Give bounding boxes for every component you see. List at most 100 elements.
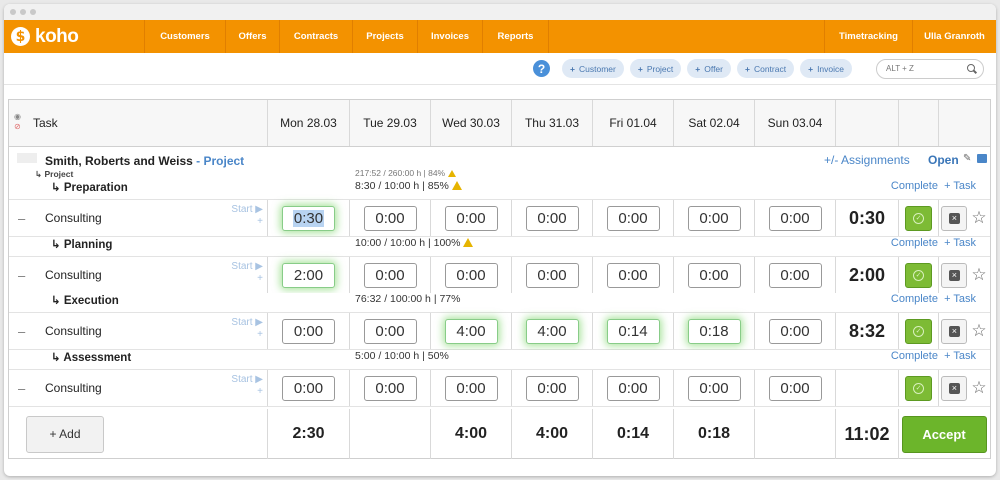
hours-input[interactable]: 0:00: [687, 205, 741, 231]
hours-value: 0:00: [780, 209, 810, 227]
add-customer-button[interactable]: + Customer: [562, 59, 624, 78]
hours-input[interactable]: 0:00: [687, 262, 741, 288]
approve-button[interactable]: ✓: [905, 318, 932, 344]
collapse-icon[interactable]: –: [18, 381, 25, 396]
start-timer[interactable]: Start ▶ +: [231, 374, 263, 398]
hours-input[interactable]: 2:00: [282, 262, 335, 288]
complete-link[interactable]: Complete: [891, 237, 938, 249]
hours-input[interactable]: 0:00: [525, 205, 579, 231]
add-task-link[interactable]: + Task: [944, 293, 976, 305]
delete-button[interactable]: ×: [941, 375, 968, 401]
add-project-button[interactable]: + Project: [629, 59, 682, 78]
hours-input[interactable]: 0:14: [606, 318, 660, 344]
project-toggle[interactable]: [17, 153, 37, 163]
hours-input[interactable]: 0:00: [525, 262, 579, 288]
phase-links: Complete + Task: [891, 350, 976, 362]
nav-contracts[interactable]: Contracts: [280, 20, 353, 53]
hours-input[interactable]: 0:00: [444, 205, 498, 231]
comment-icon[interactable]: [977, 154, 987, 163]
hours-input[interactable]: 0:00: [444, 375, 498, 401]
add-contract-button[interactable]: + Contract: [737, 59, 795, 78]
hours-input[interactable]: 0:00: [768, 318, 822, 344]
eye-icon[interactable]: ◉: [14, 113, 21, 121]
nav-user-menu[interactable]: Ulla Granroth: [913, 20, 996, 53]
approve-button[interactable]: ✓: [905, 375, 932, 401]
project-title[interactable]: Smith, Roberts and Weiss - Project: [45, 154, 244, 168]
plus-icon: +: [570, 63, 575, 74]
help-icon[interactable]: ?: [533, 60, 551, 77]
hours-value: 0:00: [456, 266, 486, 284]
star-icon[interactable]: ☆: [971, 265, 986, 285]
hours-input[interactable]: 0:00: [363, 262, 417, 288]
hours-value: 0:00: [780, 266, 810, 284]
start-timer[interactable]: Start ▶ +: [231, 204, 263, 228]
hours-input[interactable]: 0:00: [687, 375, 741, 401]
nav-customers[interactable]: Customers: [145, 20, 226, 53]
hours-input[interactable]: 0:18: [687, 318, 741, 344]
day-total: 4:00: [431, 409, 512, 459]
start-timer[interactable]: Start ▶ +: [231, 261, 263, 285]
hours-input[interactable]: 0:00: [768, 262, 822, 288]
day-cell: 4:00: [431, 313, 512, 349]
hours-input[interactable]: 0:00: [768, 205, 822, 231]
nav-invoices[interactable]: Invoices: [418, 20, 483, 53]
hours-input[interactable]: 0:30: [282, 205, 335, 231]
project-label[interactable]: Project: [203, 154, 244, 168]
star-icon[interactable]: ☆: [971, 208, 986, 228]
assignments-link[interactable]: +/- Assignments: [824, 153, 910, 167]
row-total: [836, 370, 899, 406]
project-stats-text: 217:52 / 260:00 h | 84%: [355, 168, 446, 178]
hours-input[interactable]: 0:00: [768, 375, 822, 401]
hours-input[interactable]: 4:00: [444, 318, 498, 344]
add-button[interactable]: + Add: [26, 415, 104, 453]
star-icon[interactable]: ☆: [971, 378, 986, 398]
add-task-link[interactable]: + Task: [944, 237, 976, 249]
logo[interactable]: $ koho: [4, 20, 145, 53]
hours-input[interactable]: 0:00: [363, 318, 417, 344]
delete-button[interactable]: ×: [941, 205, 968, 231]
hours-input[interactable]: 0:00: [282, 318, 335, 344]
collapse-icon[interactable]: –: [18, 324, 25, 339]
hours-input[interactable]: 0:00: [363, 205, 417, 231]
nav-offers[interactable]: Offers: [226, 20, 280, 53]
nav-projects[interactable]: Projects: [353, 20, 418, 53]
hours-input[interactable]: 0:00: [525, 375, 579, 401]
hours-input[interactable]: 0:00: [606, 262, 660, 288]
delete-button[interactable]: ×: [941, 318, 968, 344]
nav-reports[interactable]: Reports: [483, 20, 549, 53]
check-icon: ✓: [913, 382, 924, 394]
hours-input[interactable]: 0:00: [606, 205, 660, 231]
hours-value: 4:00: [456, 322, 486, 340]
hours-input[interactable]: 0:00: [606, 375, 660, 401]
hours-input[interactable]: 4:00: [525, 318, 579, 344]
edit-icon[interactable]: ✎: [963, 153, 971, 164]
nav-timetracking[interactable]: Timetracking: [825, 20, 913, 53]
search-input[interactable]: ALT + Z: [876, 58, 984, 79]
complete-link[interactable]: Complete: [891, 180, 938, 192]
open-link[interactable]: Open: [928, 153, 959, 167]
star-icon[interactable]: ☆: [971, 321, 986, 341]
start-timer[interactable]: Start ▶ +: [231, 317, 263, 341]
complete-link[interactable]: Complete: [891, 350, 938, 362]
collapse-icon[interactable]: –: [18, 268, 25, 283]
approve-cell: ✓: [899, 313, 939, 349]
approve-button[interactable]: ✓: [905, 262, 932, 288]
add-task-link[interactable]: + Task: [944, 350, 976, 362]
window-dot: [10, 9, 16, 15]
total-header: [836, 100, 899, 146]
add-offer-button[interactable]: + Offer: [687, 59, 731, 78]
add-task-link[interactable]: + Task: [944, 180, 976, 192]
table-row: – Consulting Start ▶ + 2:00 0:00 0:00 0:0…: [9, 257, 990, 294]
day-cell: 0:00: [674, 200, 755, 236]
hours-input[interactable]: 0:00: [363, 375, 417, 401]
hours-input[interactable]: 0:00: [282, 375, 335, 401]
add-invoice-button[interactable]: + Invoice: [800, 59, 852, 78]
start-label: Start: [231, 374, 253, 385]
complete-link[interactable]: Complete: [891, 293, 938, 305]
hide-icon[interactable]: ⊘: [14, 122, 21, 131]
approve-button[interactable]: ✓: [905, 205, 932, 231]
collapse-icon[interactable]: –: [18, 211, 25, 226]
accept-button[interactable]: Accept: [901, 415, 987, 453]
hours-input[interactable]: 0:00: [444, 262, 498, 288]
delete-button[interactable]: ×: [941, 262, 968, 288]
